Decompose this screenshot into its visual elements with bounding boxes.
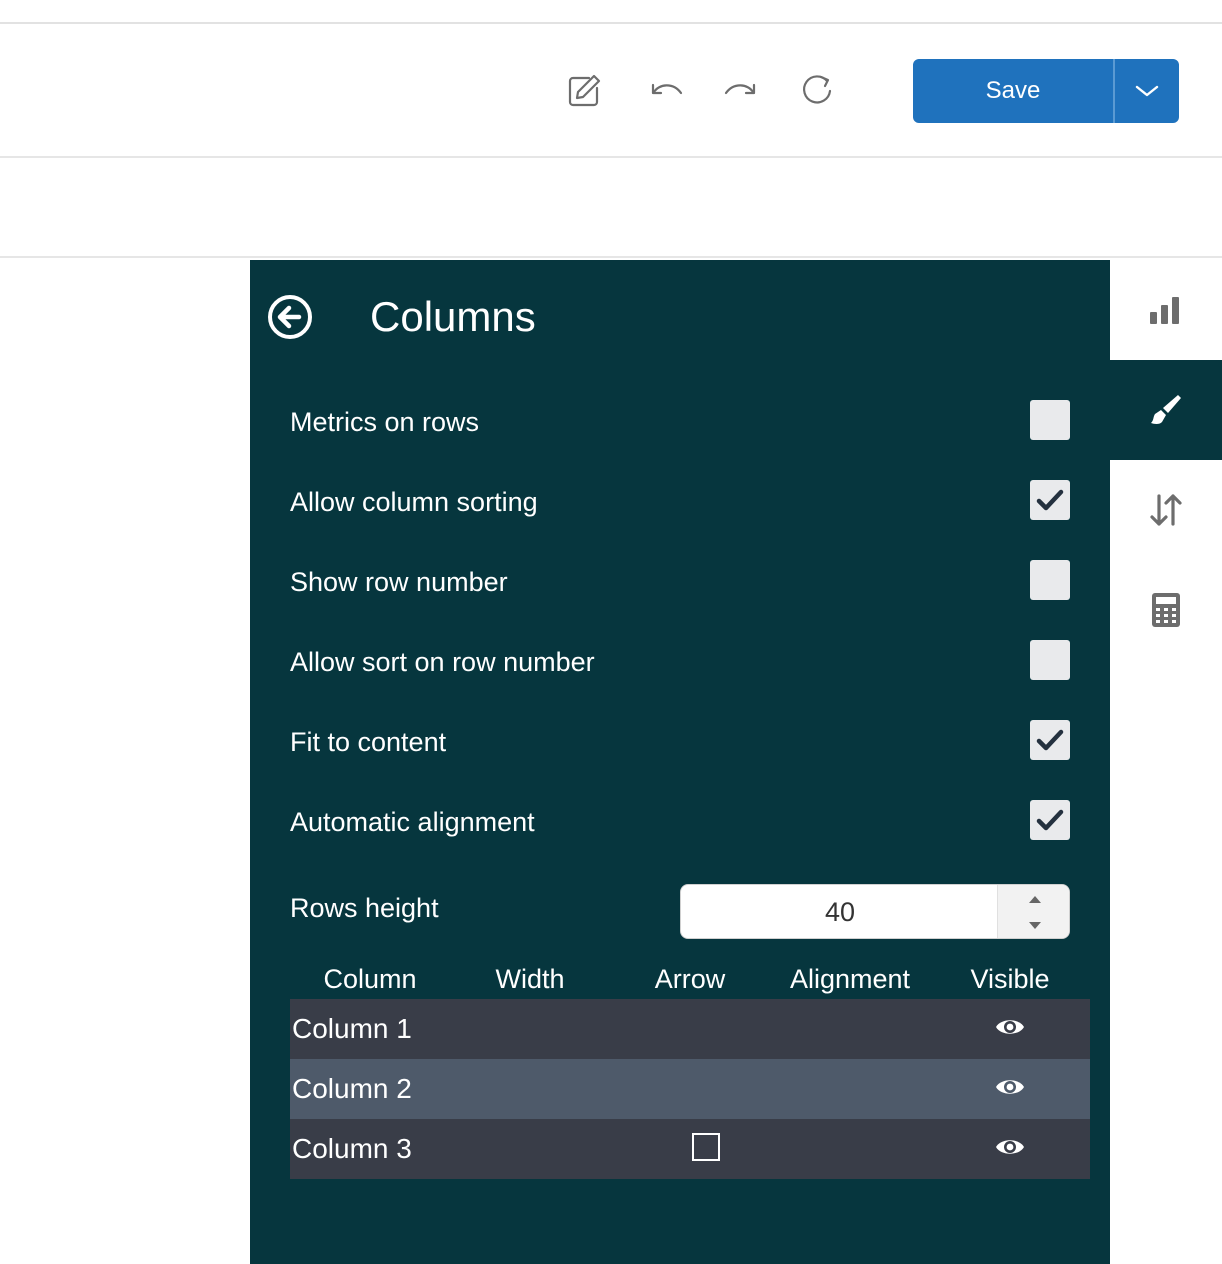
automatic-alignment-checkbox[interactable]	[1030, 800, 1070, 840]
option-label: Allow sort on row number	[290, 647, 595, 677]
option-label: Automatic alignment	[290, 807, 535, 837]
check-icon	[1036, 729, 1064, 751]
back-arrow-icon[interactable]	[266, 293, 314, 341]
tab-calculations[interactable]	[1110, 560, 1222, 660]
tab-sort[interactable]	[1110, 460, 1222, 560]
option-label: Fit to content	[290, 727, 447, 757]
option-label: Show row number	[290, 567, 508, 597]
check-icon	[1036, 809, 1064, 831]
eye-icon[interactable]	[994, 1075, 1026, 1099]
eye-icon[interactable]	[994, 1015, 1026, 1039]
redo-icon[interactable]	[720, 71, 760, 111]
rows-height-value[interactable]: 40	[681, 885, 999, 938]
check-icon	[1036, 489, 1064, 511]
save-button[interactable]: Save	[913, 59, 1113, 123]
paintbrush-icon	[1151, 395, 1181, 424]
columns-panel: Columns Metrics on rows Allow column sor…	[250, 260, 1110, 1264]
rows-height-spinner	[997, 885, 1069, 938]
fit-to-content-checkbox[interactable]	[1030, 720, 1070, 760]
rows-height-label: Rows height	[290, 893, 439, 923]
undo-icon[interactable]	[647, 71, 687, 111]
arrow-checkbox[interactable]	[692, 1133, 720, 1161]
row-label: Column 1	[292, 1013, 412, 1044]
tab-style[interactable]	[1110, 360, 1222, 460]
refresh-icon[interactable]	[797, 71, 837, 111]
sort-icon	[1150, 494, 1182, 526]
allow-sort-on-row-number-checkbox[interactable]	[1030, 640, 1070, 680]
edit-icon[interactable]	[564, 71, 604, 111]
bar-chart-icon	[1150, 297, 1179, 324]
option-label: Metrics on rows	[290, 407, 480, 437]
show-row-number-checkbox[interactable]	[1030, 560, 1070, 600]
save-dropdown-button[interactable]	[1115, 59, 1179, 123]
row-label: Column 3	[292, 1133, 412, 1164]
option-label: Allow column sorting	[290, 487, 538, 517]
column-header-column: Column	[323, 964, 417, 994]
column-header-width: Width	[495, 964, 565, 994]
panel-title: Columns	[370, 293, 536, 340]
spin-up-button[interactable]	[998, 885, 1069, 912]
tab-chart[interactable]	[1110, 260, 1222, 360]
row-label: Column 2	[292, 1073, 412, 1104]
table-row[interactable]: Column 1	[290, 999, 1090, 1059]
table-row[interactable]: Column 3	[290, 1119, 1090, 1179]
metrics-on-rows-checkbox[interactable]	[1030, 400, 1070, 440]
rows-height-input[interactable]: 40	[680, 884, 1070, 939]
eye-icon[interactable]	[994, 1135, 1026, 1159]
spin-down-button[interactable]	[998, 912, 1069, 938]
column-header-arrow: Arrow	[654, 964, 726, 994]
caret-down-icon	[1029, 921, 1041, 929]
caret-up-icon	[1029, 895, 1041, 903]
table-row[interactable]: Column 2	[290, 1059, 1090, 1119]
column-header-alignment: Alignment	[789, 964, 911, 994]
secondary-bar	[0, 160, 1222, 258]
allow-column-sorting-checkbox[interactable]	[1030, 480, 1070, 520]
calculator-icon	[1152, 593, 1180, 627]
chevron-down-icon	[1135, 85, 1159, 97]
column-header-visible: Visible	[970, 964, 1050, 994]
save-button-label: Save	[985, 77, 1041, 104]
